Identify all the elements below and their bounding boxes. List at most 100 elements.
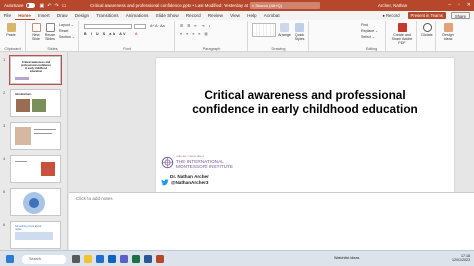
alignment-buttons[interactable]: ≡ ≡ ≡ ≡ ▥ — [180, 32, 209, 36]
taskbar-widget-text[interactable]: Watchlist ideas — [334, 256, 359, 260]
replace-button[interactable]: Replace ⌄ — [361, 29, 378, 33]
excel-icon[interactable] — [132, 254, 140, 263]
font-color-button[interactable]: A — [135, 32, 137, 36]
thumbnail-row[interactable]: 5 — [0, 188, 67, 216]
word-icon[interactable] — [144, 254, 152, 263]
dictate-label: Dictate — [421, 33, 433, 37]
paste-button[interactable]: Paste — [3, 23, 19, 37]
group-font: A⁺ A⁻ Aa B I U S ab AV A Font — [80, 21, 175, 51]
clock-date: 12/01/2023 — [452, 258, 470, 263]
list-buttons[interactable]: ☰ ☰ ⇤ ⇥ ↕ — [180, 24, 212, 28]
font-format-buttons[interactable]: B I U S ab AV — [84, 32, 127, 36]
reuse-slides-icon — [45, 23, 55, 32]
group-slides: New Slide Reuse Slides Layout ⌄ Reset Se… — [27, 21, 79, 51]
font-size-field[interactable] — [134, 24, 146, 29]
dictate-button[interactable]: Dictate — [419, 23, 435, 37]
taskbar-search-placeholder: Search — [29, 256, 42, 261]
thumbnail-row[interactable]: 4 — [0, 155, 67, 183]
share-button[interactable]: Share — [450, 12, 470, 19]
present-icon[interactable]: ▭ — [62, 3, 67, 9]
quick-access-toolbar: ▣ ↶ ↷ ▭ — [40, 3, 67, 9]
search-input[interactable]: ⌕ Search (Alt+Q) — [250, 2, 320, 9]
user-name[interactable]: Archer, Nathan — [378, 3, 407, 8]
taskbar-clock[interactable]: 17:18 12/01/2023 — [452, 254, 470, 263]
present-in-teams-button[interactable]: Present in Teams — [407, 12, 446, 19]
thumbnail-photo — [32, 99, 46, 112]
arrange-label: Arrange — [278, 33, 291, 37]
new-slide-icon — [31, 23, 41, 32]
tab-transitions[interactable]: Transitions — [93, 11, 122, 20]
tab-draw[interactable]: Draw — [53, 11, 71, 20]
find-button[interactable]: Find — [361, 23, 368, 27]
document-title[interactable]: Critical awareness and professional conf… — [90, 3, 265, 9]
thumbnail-row[interactable]: 6 Something more about rights — [0, 221, 67, 249]
font-size-controls[interactable]: A⁺ A⁻ Aa — [150, 24, 165, 28]
teams-icon[interactable] — [120, 254, 128, 263]
edge-browser-icon[interactable] — [96, 254, 104, 263]
adobe-pdf-icon — [397, 23, 407, 32]
windows-start-icon[interactable] — [6, 254, 14, 263]
layout-button[interactable]: Layout ⌄ — [59, 23, 74, 27]
minimize-icon[interactable]: – — [448, 2, 451, 8]
slide-thumbnail[interactable] — [10, 155, 61, 183]
tab-view[interactable]: View — [226, 11, 243, 20]
select-button[interactable]: Select ⌄ — [361, 35, 375, 39]
close-icon[interactable]: ✕ — [467, 2, 471, 8]
tab-animations[interactable]: Animations — [122, 11, 152, 20]
tab-design[interactable]: Design — [71, 11, 93, 20]
maximize-icon[interactable]: ▫ — [458, 2, 460, 8]
design-ideas-label: Design Ideas — [442, 33, 454, 42]
outlook-icon[interactable] — [108, 254, 116, 263]
institute-logo: LEADING CONSULTANCY THE INTERNATIONAL MO… — [161, 156, 281, 170]
design-ideas-button[interactable]: Design Ideas — [439, 23, 457, 41]
tab-insert[interactable]: Insert — [35, 11, 54, 20]
task-view-icon[interactable] — [72, 254, 80, 263]
create-adobe-pdf-button[interactable]: Create and Share Adobe PDF — [388, 23, 416, 46]
editing-group-label: Editing — [365, 47, 378, 51]
taskbar-search-input[interactable]: Search — [22, 254, 66, 264]
section-button[interactable]: Section ⌄ — [59, 35, 75, 39]
thumbnail-row[interactable]: 3 — [0, 122, 67, 150]
notes-pane[interactable]: Click to add notes — [69, 192, 474, 257]
quick-styles-button[interactable]: Quick Styles — [292, 23, 307, 41]
redo-icon[interactable]: ↷ — [54, 3, 58, 9]
save-icon[interactable]: ▣ — [40, 3, 45, 9]
powerpoint-icon[interactable] — [156, 254, 164, 263]
tab-slide-show[interactable]: Slide Show — [152, 11, 182, 20]
slide-thumbnail[interactable]: Critical awareness and professional conf… — [9, 55, 62, 85]
tab-file[interactable]: File — [0, 11, 15, 20]
tab-home[interactable]: Home — [14, 11, 35, 20]
new-slide-button[interactable]: New Slide — [29, 23, 43, 41]
undo-icon[interactable]: ↶ — [47, 3, 51, 9]
slide-title[interactable]: Critical awareness and professional conf… — [176, 88, 434, 116]
shapes-gallery[interactable] — [252, 23, 276, 37]
group-paragraph: ☰ ☰ ⇤ ⇥ ↕ ≡ ≡ ≡ ≡ ▥ Paragraph — [176, 21, 248, 51]
tab-help[interactable]: Help — [244, 11, 261, 20]
create-adobe-pdf-label: Create and Share Adobe PDF — [391, 33, 413, 46]
twitter-handle: @NathanArcher3 — [171, 180, 209, 185]
file-explorer-icon[interactable] — [84, 254, 92, 263]
tab-review[interactable]: Review — [204, 11, 226, 20]
reset-button[interactable]: Reset — [59, 29, 68, 33]
thumbnail-row[interactable]: 2 Introductions — [0, 89, 67, 117]
thumbnail-title: Something more about rights — [15, 225, 42, 231]
thumbnail-number: 4 — [3, 156, 6, 161]
thumbnail-diagram — [29, 198, 39, 208]
font-name-field[interactable] — [84, 24, 132, 29]
thumbnail-row[interactable]: 1 Critical awareness and professional co… — [0, 55, 67, 85]
arrange-button[interactable]: Arrange — [278, 23, 291, 37]
tab-record[interactable]: Record — [182, 11, 204, 20]
autosave-control[interactable]: AutoSave — [4, 3, 35, 8]
slide-thumbnail[interactable]: Introductions — [10, 89, 61, 117]
record-button[interactable]: ● Record — [379, 12, 402, 19]
autosave-toggle[interactable] — [25, 3, 35, 8]
slide-thumbnail[interactable] — [10, 122, 61, 150]
thumbnail-title: Introductions — [15, 93, 32, 96]
slide-thumbnail[interactable] — [10, 188, 61, 216]
slides-group-label: Slides — [47, 47, 58, 51]
thumbnail-number: 6 — [3, 222, 6, 227]
tab-acrobat[interactable]: Acrobat — [260, 11, 283, 20]
slide-thumbnail-pane[interactable]: 1 Critical awareness and professional co… — [0, 52, 68, 257]
slide-thumbnail[interactable]: Something more about rights — [10, 221, 61, 249]
reuse-slides-button[interactable]: Reuse Slides — [43, 23, 57, 41]
